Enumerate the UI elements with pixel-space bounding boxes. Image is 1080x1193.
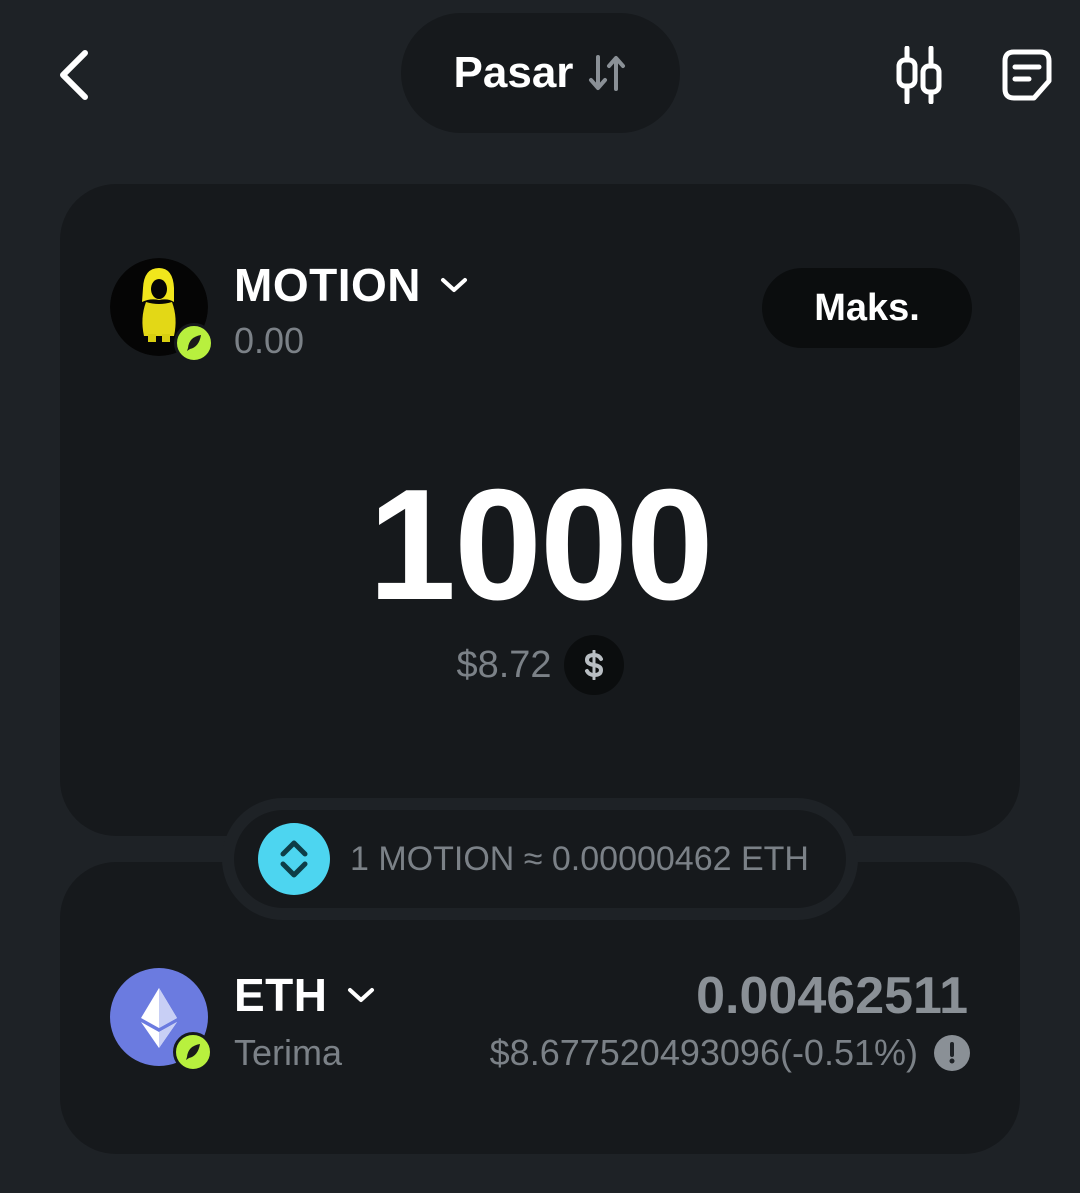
chain-badge (173, 1032, 213, 1072)
receive-label: Terima (234, 1032, 343, 1073)
pay-usd-row: $8.72 (0, 634, 1080, 696)
receive-usd-row: $8.677520493096(-0.51%) (490, 1032, 970, 1074)
receive-usd-value: $8.677520493096(-0.51%) (489, 1032, 918, 1073)
feather-icon (186, 1044, 200, 1060)
pay-token-symbol: MOTION (234, 259, 421, 311)
sort-arrows-icon (589, 55, 626, 91)
back-arrow-icon (60, 50, 88, 100)
price-impact-info-button[interactable] (934, 1035, 970, 1071)
exchange-rate-pill: 1 MOTION ≈ 0.00000462 ETH (234, 810, 846, 908)
pay-token-balance: 0.00 (234, 320, 305, 361)
pay-token-selector[interactable]: MOTION (234, 258, 469, 312)
chevron-down-icon (440, 278, 467, 292)
pay-amount-input[interactable]: 1000 (0, 455, 1080, 636)
back-button[interactable] (40, 40, 110, 110)
info-exclamation-icon (949, 1042, 955, 1064)
chevron-down-icon (347, 988, 374, 1002)
chain-badge (174, 323, 214, 363)
pay-usd-value: $8.72 (456, 643, 552, 686)
swap-direction-button[interactable] (258, 823, 330, 895)
trade-mode-label: Pasar (453, 48, 574, 97)
receive-token-selector[interactable]: ETH (234, 968, 376, 1022)
max-button[interactable]: Maks. (762, 268, 972, 348)
currency-toggle-button[interactable] (563, 635, 624, 695)
order-history-button[interactable] (992, 40, 1062, 110)
order-history-icon (1002, 49, 1052, 101)
dollar-swap-icon (584, 650, 603, 680)
exchange-rate-text: 1 MOTION ≈ 0.00000462 ETH (350, 839, 809, 878)
receive-token-symbol: ETH (234, 969, 328, 1021)
feather-icon (187, 335, 201, 351)
trade-mode-toggle[interactable]: Pasar (401, 13, 680, 133)
swap-vertical-icon (280, 840, 308, 878)
receive-amount: 0.00462511 (696, 967, 968, 1025)
candlestick-chart-icon (896, 46, 942, 104)
chart-button[interactable] (884, 40, 954, 110)
